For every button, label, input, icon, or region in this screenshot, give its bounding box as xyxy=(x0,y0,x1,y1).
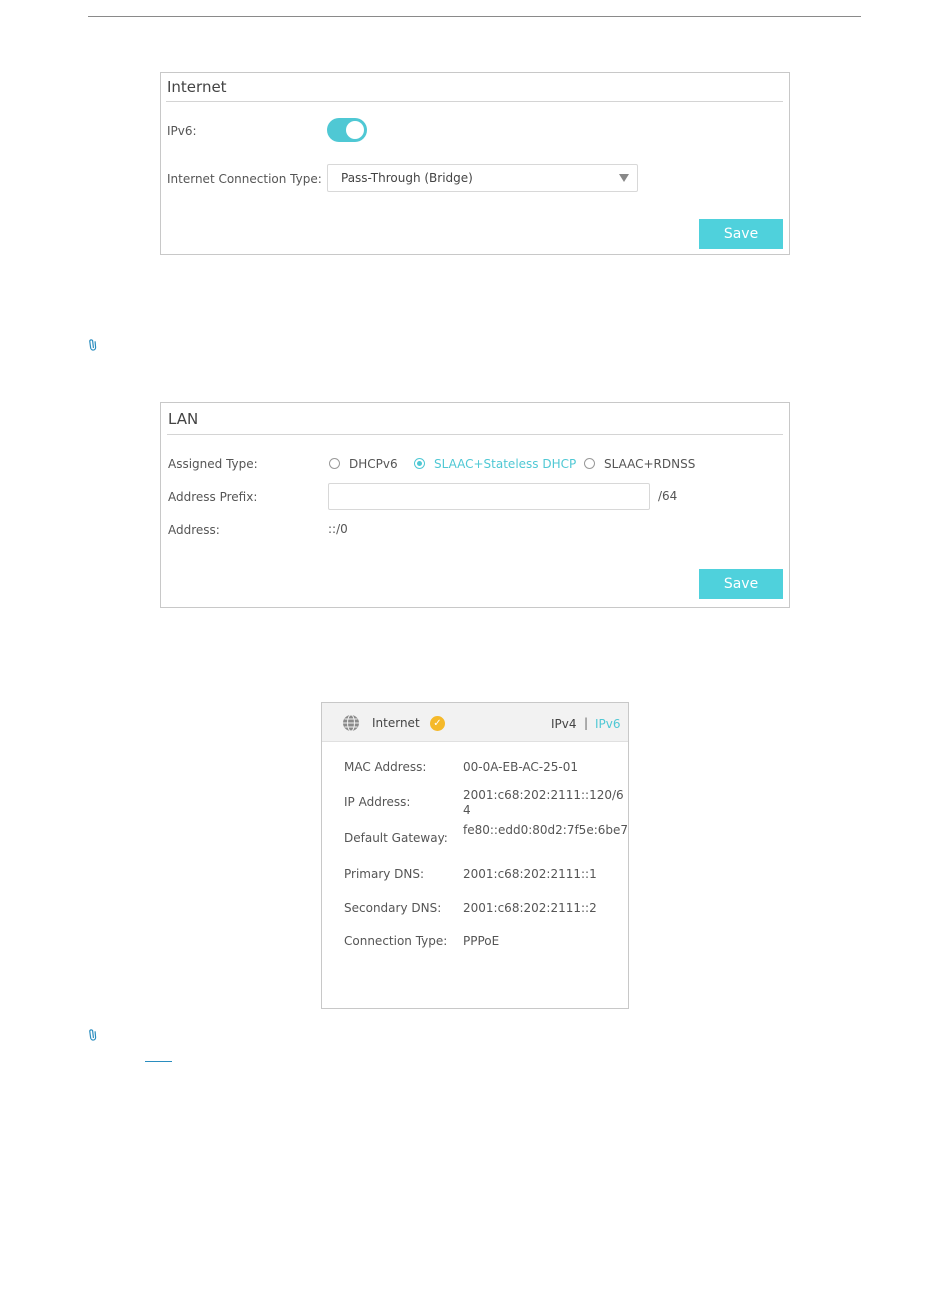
ip-address-label: IP Address: xyxy=(344,795,411,809)
lan-panel-title: LAN xyxy=(168,410,199,428)
internet-save-button[interactable]: Save xyxy=(699,219,783,249)
check-circle-icon: ✓ xyxy=(430,716,445,731)
radio-slaac-stateless-dhcp[interactable] xyxy=(414,458,425,469)
status-card-header: Internet ✓ IPv4 | IPv6 xyxy=(322,703,628,742)
address-value: ::/0 xyxy=(328,522,348,536)
default-gateway-label: Default Gateway: xyxy=(344,831,448,845)
connection-type-label: Internet Connection Type: xyxy=(167,172,322,186)
tab-ipv6[interactable]: IPv6 xyxy=(595,717,621,731)
connection-type-select[interactable]: Pass-Through (Bridge) xyxy=(327,164,638,192)
radio-dhcpv6-label[interactable]: DHCPv6 xyxy=(349,457,398,471)
internet-settings-panel: Internet IPv6: Internet Connection Type:… xyxy=(160,72,790,255)
paperclip-icon xyxy=(85,337,102,355)
radio-slaac-stateless-dhcp-label[interactable]: SLAAC+Stateless DHCP xyxy=(434,457,576,471)
default-gateway-value: fe80::edd0:80d2:7f5e:6be7 xyxy=(463,823,629,837)
ipv6-label: IPv6: xyxy=(167,124,197,138)
tab-separator: | xyxy=(584,716,589,730)
page-top-rule xyxy=(88,16,861,17)
internet-panel-title: Internet xyxy=(167,78,227,96)
status-card-title: Internet xyxy=(372,716,420,730)
ipv6-toggle-knob xyxy=(346,121,364,139)
ip-address-value: 2001:c68:202:2111::120/64 xyxy=(463,788,624,817)
lan-save-button[interactable]: Save xyxy=(699,569,783,599)
radio-slaac-rdnss-label[interactable]: SLAAC+RDNSS xyxy=(604,457,695,471)
mac-address-value: 00-0A-EB-AC-25-01 xyxy=(463,760,578,774)
mac-address-label: MAC Address: xyxy=(344,760,427,774)
radio-dhcpv6[interactable] xyxy=(329,458,340,469)
assigned-type-label: Assigned Type: xyxy=(168,457,258,471)
address-prefix-label: Address Prefix: xyxy=(168,490,258,504)
secondary-dns-label: Secondary DNS: xyxy=(344,901,442,915)
radio-slaac-rdnss[interactable] xyxy=(584,458,595,469)
lan-panel-divider xyxy=(167,434,783,435)
paperclip-icon xyxy=(85,1027,102,1045)
address-label: Address: xyxy=(168,523,220,537)
lan-settings-panel: LAN Assigned Type: DHCPv6 SLAAC+Stateles… xyxy=(160,402,790,608)
chevron-down-icon xyxy=(619,174,629,182)
tab-ipv4[interactable]: IPv4 xyxy=(551,717,577,731)
internet-panel-divider xyxy=(166,101,783,102)
internet-status-card: Internet ✓ IPv4 | IPv6 MAC Address: 00-0… xyxy=(321,702,629,1009)
ipv6-toggle[interactable] xyxy=(327,118,367,142)
primary-dns-label: Primary DNS: xyxy=(344,867,425,881)
prefix-length-suffix: /64 xyxy=(658,489,678,503)
connection-type-value: Pass-Through (Bridge) xyxy=(341,171,473,185)
connection-type-status-label: Connection Type: xyxy=(344,934,448,948)
globe-icon xyxy=(342,714,360,736)
secondary-dns-value: 2001:c68:202:2111::2 xyxy=(463,901,597,915)
note-link-underline[interactable] xyxy=(145,1061,172,1062)
connection-type-status-value: PPPoE xyxy=(463,934,500,948)
primary-dns-value: 2001:c68:202:2111::1 xyxy=(463,867,597,881)
address-prefix-input[interactable] xyxy=(328,483,650,510)
